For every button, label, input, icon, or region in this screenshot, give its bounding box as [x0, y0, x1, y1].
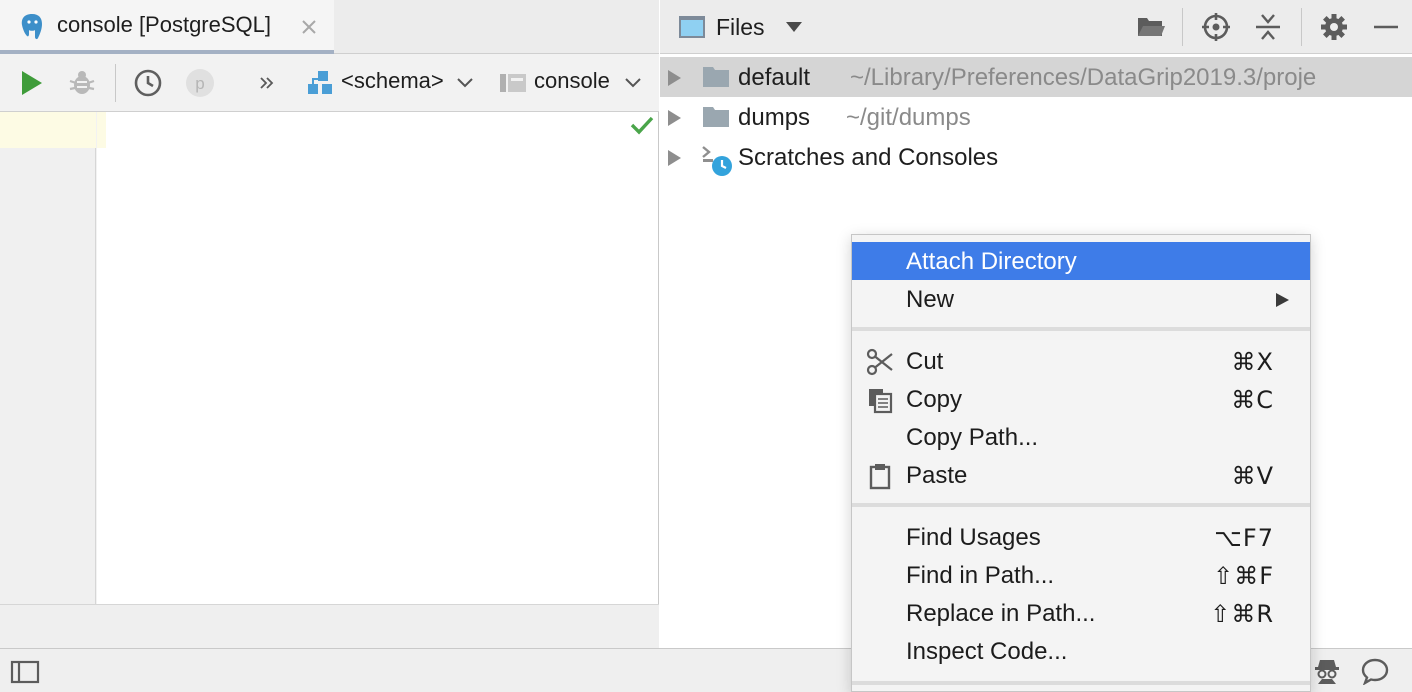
files-title[interactable]: Files	[716, 14, 765, 41]
tree-node-name: dumps	[738, 104, 811, 131]
menu-separator	[852, 327, 1310, 331]
menu-item-attach-directory[interactable]: Attach Directory	[852, 242, 1310, 280]
expand-arrow-icon[interactable]	[666, 109, 682, 132]
menu-item-label: Replace in Path...	[906, 600, 1096, 627]
menu-item-label: Attach Directory	[906, 248, 1077, 275]
menu-item-label: Find Usages	[906, 524, 1041, 551]
inspector-icon[interactable]	[1312, 657, 1342, 690]
tree-node-scratches[interactable]: Scratches and Consoles	[660, 137, 1412, 177]
menu-separator	[852, 681, 1310, 685]
scratches-icon	[702, 145, 734, 182]
expand-arrow-icon[interactable]	[666, 149, 682, 172]
tree-node-default[interactable]: default ~/Library/Preferences/DataGrip20…	[660, 57, 1412, 97]
close-icon[interactable]	[298, 16, 320, 43]
tree-node-name: default	[738, 64, 811, 91]
more-icon[interactable]	[250, 66, 284, 100]
run-icon[interactable]	[14, 66, 48, 100]
toolbar-separator	[115, 64, 116, 102]
context-menu: Attach Directory New Cut ⌘X Copy ⌘C Copy…	[851, 234, 1311, 692]
menu-item-inspect-code[interactable]: Inspect Code...	[852, 632, 1310, 670]
editor-toolbar: p <schema> console	[0, 54, 659, 112]
copy-icon	[866, 386, 894, 419]
menu-item-copy[interactable]: Copy ⌘C	[852, 380, 1310, 418]
files-view-icon	[678, 14, 706, 45]
clipboard-icon	[866, 462, 894, 495]
tree-node-name: Scratches and Consoles	[738, 144, 999, 171]
sql-editor[interactable]	[97, 112, 658, 604]
menu-item-shortcut: ⌘C	[1231, 386, 1274, 414]
files-header: Files	[660, 0, 1412, 54]
menu-item-shortcut: ⇧⌘R	[1210, 600, 1274, 628]
caret-line-highlight	[0, 112, 96, 148]
tab-console-postgresql[interactable]: console [PostgreSQL]	[0, 0, 334, 54]
caret-line-highlight	[97, 112, 106, 148]
menu-item-shortcut: ⌘V	[1231, 462, 1274, 490]
panel-toggle-icon[interactable]	[10, 660, 40, 689]
open-folder-icon[interactable]	[1134, 10, 1168, 44]
chevron-down-icon[interactable]	[616, 66, 650, 100]
menu-item-label: New	[906, 286, 955, 313]
schema-selector[interactable]: <schema>	[341, 68, 444, 94]
menu-item-label: Copy	[906, 386, 963, 413]
check-icon	[629, 112, 655, 143]
menu-item-find-usages[interactable]: Find Usages ⌥F7	[852, 518, 1310, 556]
menu-item-replace-in-path[interactable]: Replace in Path... ⇧⌘R	[852, 594, 1310, 632]
menu-item-copy-path[interactable]: Copy Path...	[852, 418, 1310, 456]
menu-item-shortcut: ⌘X	[1231, 348, 1274, 376]
tree-node-dumps[interactable]: dumps ~/git/dumps	[660, 97, 1412, 137]
header-separator	[1182, 8, 1183, 46]
debug-icon[interactable]	[65, 66, 99, 100]
tab-title: console [PostgreSQL]	[57, 12, 272, 37]
menu-separator	[852, 503, 1310, 507]
editor-tab-bar: console [PostgreSQL]	[0, 0, 659, 54]
menu-item-find-in-path[interactable]: Find in Path... ⇧⌘F	[852, 556, 1310, 594]
editor-gutter	[0, 112, 96, 604]
chat-bubble-icon[interactable]	[1360, 657, 1390, 690]
menu-item-label: Copy Path...	[906, 424, 1039, 451]
menu-item-label: Find in Path...	[906, 562, 1055, 589]
folder-icon	[702, 65, 730, 94]
expand-arrow-icon[interactable]	[666, 69, 682, 92]
header-separator	[1301, 8, 1302, 46]
editor-bottom-strip	[0, 604, 659, 648]
menu-item-shortcut: ⌥F7	[1214, 524, 1274, 552]
history-icon[interactable]	[131, 66, 165, 100]
gear-icon[interactable]	[1317, 10, 1351, 44]
scissors-icon	[866, 348, 894, 381]
menu-item-label: Inspect Code...	[906, 638, 1068, 665]
schema-icon	[303, 66, 337, 100]
menu-item-new[interactable]: New	[852, 280, 1310, 318]
chevron-down-icon[interactable]	[448, 66, 482, 100]
console-selector[interactable]: console	[534, 68, 610, 94]
folder-icon	[702, 105, 730, 134]
tree-node-path: ~/git/dumps	[846, 104, 971, 131]
locate-icon[interactable]	[1199, 10, 1233, 44]
menu-item-paste[interactable]: Paste ⌘V	[852, 456, 1310, 494]
postgresql-elephant-icon	[18, 12, 46, 47]
menu-item-shortcut: ⇧⌘F	[1213, 562, 1274, 590]
p-icon[interactable]: p	[183, 66, 217, 100]
svg-text:p: p	[195, 74, 204, 93]
menu-item-label: Cut	[906, 348, 944, 375]
minimize-icon[interactable]	[1369, 10, 1403, 44]
collapse-all-icon[interactable]	[1251, 10, 1285, 44]
chevron-down-icon[interactable]	[784, 20, 804, 39]
menu-item-label: Paste	[906, 462, 968, 489]
menu-item-cut[interactable]: Cut ⌘X	[852, 342, 1310, 380]
console-session-icon	[496, 66, 530, 100]
submenu-arrow-icon	[1274, 292, 1290, 313]
tree-node-path: ~/Library/Preferences/DataGrip2019.3/pro…	[850, 64, 1317, 91]
console-editor-pane: console [PostgreSQL] p <schema> console	[0, 0, 659, 648]
